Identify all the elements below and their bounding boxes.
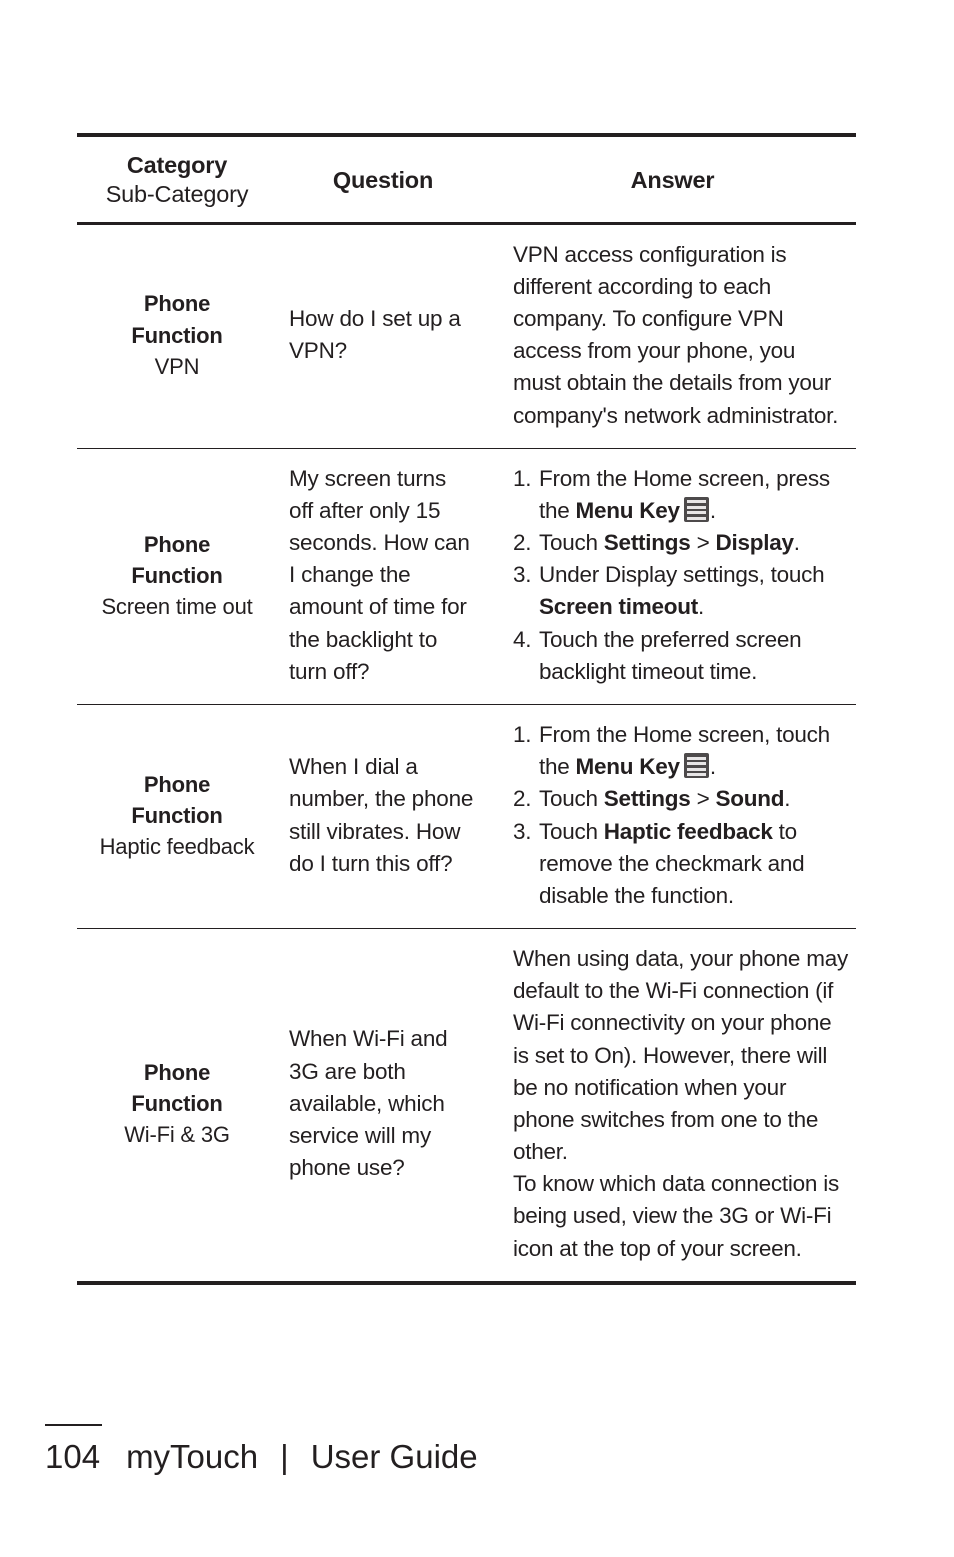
category-main: Phone [143, 771, 211, 797]
table-row: Phone Function Screen time out My screen tu… [77, 449, 856, 705]
cell-answer: When using data, your phone may default … [489, 943, 856, 1265]
answer-step-number: 4. [513, 626, 532, 652]
category-sub: Haptic feedback [99, 834, 255, 860]
cell-question: When Wi-Fi and 3G are both available, wh… [277, 943, 489, 1265]
answer-step-body: Touch Settings > Sound. [539, 783, 848, 815]
body-text: . [709, 754, 716, 780]
answer-step-body: From the Home screen, press the Menu Key… [539, 463, 848, 527]
cell-category: Phone Function VPN [77, 239, 277, 432]
table-row: Phone Function VPN How do I set up a VPN? VP… [77, 225, 856, 449]
question-text: When Wi-Fi and 3G are both available, wh… [289, 1026, 448, 1181]
category-sub: Wi-Fi & 3G [124, 1122, 230, 1148]
answer-step-body: From the Home screen, touch the Menu Key… [539, 719, 848, 783]
answer-step: 3. Under Display settings, touch Screen t… [513, 559, 848, 623]
cell-question: When I dial a number, the phone still vi… [277, 719, 489, 912]
emphasis-text: Settings [603, 786, 691, 812]
category-main: Function [131, 562, 223, 588]
footer-text: 104 myTouch | User Guide [45, 1440, 905, 1473]
category-main: Function [131, 1091, 223, 1117]
category-main: Phone [143, 1060, 211, 1086]
cell-question: How do I set up a VPN? [277, 239, 489, 432]
answer-step-number: 2. [513, 786, 532, 812]
body-text: Touch [539, 530, 604, 556]
body-text: > [690, 786, 716, 812]
cell-answer: 1. From the Home screen, touch the Menu K… [489, 719, 856, 912]
cell-category: Phone Function Screen time out [77, 463, 277, 688]
answer-step: 2. Touch Settings > Sound. [513, 783, 848, 815]
answer-step-body: Touch Haptic feedback to remove the chec… [539, 816, 848, 913]
cell-answer: VPN access configuration is different ac… [489, 239, 856, 432]
answer-step: 2. Touch Settings > Display. [513, 527, 848, 559]
answer-step: 1. From the Home screen, touch the Menu K… [513, 719, 848, 783]
table-row: Phone Function Haptic feedback When I dial … [77, 705, 856, 930]
table-body: Phone Function VPN How do I set up a VPN? VP… [77, 225, 856, 1281]
body-text: . [698, 594, 705, 620]
answer-paragraph: VPN access configuration is different ac… [513, 241, 839, 428]
answer-step-number: 2. [513, 530, 532, 556]
question-text: My screen turns off after only 15 second… [289, 465, 470, 684]
footer-doc-title: User Guide [310, 1438, 478, 1475]
category-main: Phone [143, 531, 211, 557]
emphasis-text: Settings [603, 530, 691, 556]
body-text: Touch [539, 818, 604, 844]
footer-brand: myTouch [126, 1438, 259, 1475]
body-text: . [793, 530, 800, 556]
answer-step-number: 3. [513, 818, 532, 844]
emphasis-text: Menu Key [575, 497, 681, 523]
header-cell-category: Category Sub-Category [77, 151, 277, 210]
emphasis-text: Display [715, 530, 794, 556]
answer-paragraph: To know which data connection is being u… [513, 1171, 839, 1261]
category-sub: Screen time out [101, 594, 253, 619]
header-cell-question: Question [277, 151, 489, 210]
answer-step-body: Under Display settings, touch Screen tim… [539, 559, 848, 623]
menu-key-icon [683, 753, 709, 779]
emphasis-text: Screen timeout [539, 594, 699, 620]
answer-step-body: Touch the preferred screen backlight tim… [539, 624, 848, 688]
page-number: 104 [45, 1438, 101, 1475]
cell-question: My screen turns off after only 15 second… [277, 463, 489, 688]
category-main: Phone [143, 291, 211, 317]
category-main: Function [131, 322, 223, 348]
question-text: When I dial a number, the phone still vi… [289, 754, 474, 876]
answer-step: 1. From the Home screen, press the Menu K… [513, 463, 848, 527]
table-row: Phone Function Wi-Fi & 3G When Wi-Fi and 3G… [77, 929, 856, 1281]
answer-step-number: 1. [513, 721, 532, 747]
cell-category: Phone Function Haptic feedback [77, 719, 277, 912]
page-footer: 104 myTouch | User Guide [45, 1424, 905, 1473]
body-text: . [709, 497, 716, 523]
body-text: Under Display settings, touch [539, 562, 825, 588]
answer-step: 4. Touch the preferred screen backlight t… [513, 624, 848, 688]
cell-answer: 1. From the Home screen, press the Menu K… [489, 463, 856, 688]
header-answer-label: Answer [630, 166, 715, 193]
answer-step-number: 1. [513, 465, 532, 491]
answer-paragraph: When using data, your phone may default … [513, 946, 848, 1165]
emphasis-text: Menu Key [575, 754, 681, 780]
cell-category: Phone Function Wi-Fi & 3G [77, 943, 277, 1265]
footer-divider [45, 1424, 102, 1426]
question-text: How do I set up a VPN? [289, 306, 461, 364]
emphasis-text: Sound [715, 786, 785, 812]
faq-table: Category Sub-Category Question Answer Ph… [77, 133, 856, 1285]
emphasis-text: Haptic feedback [603, 818, 773, 844]
menu-key-icon [683, 496, 709, 522]
answer-step-list: 1. From the Home screen, touch the Menu K… [513, 719, 848, 912]
body-text: . [784, 786, 791, 812]
category-main: Function [131, 802, 223, 828]
answer-step-list: 1. From the Home screen, press the Menu K… [513, 463, 848, 688]
header-category-sub: Sub-Category [105, 181, 249, 208]
header-cell-answer: Answer [489, 151, 856, 210]
body-text: > [690, 530, 716, 556]
category-sub: VPN [154, 353, 200, 379]
answer-step: 3. Touch Haptic feedback to remove the ch… [513, 816, 848, 913]
body-text: Touch the preferred screen backlight tim… [539, 626, 802, 684]
table-header-row: Category Sub-Category Question Answer [77, 137, 856, 225]
header-category-main: Category [126, 152, 228, 178]
header-question-label: Question [332, 166, 434, 193]
answer-step-body: Touch Settings > Display. [539, 527, 848, 559]
footer-separator: | [280, 1438, 289, 1475]
answer-step-number: 3. [513, 562, 532, 588]
document-page: Category Sub-Category Question Answer Ph… [0, 0, 954, 1557]
body-text: Touch [539, 786, 604, 812]
